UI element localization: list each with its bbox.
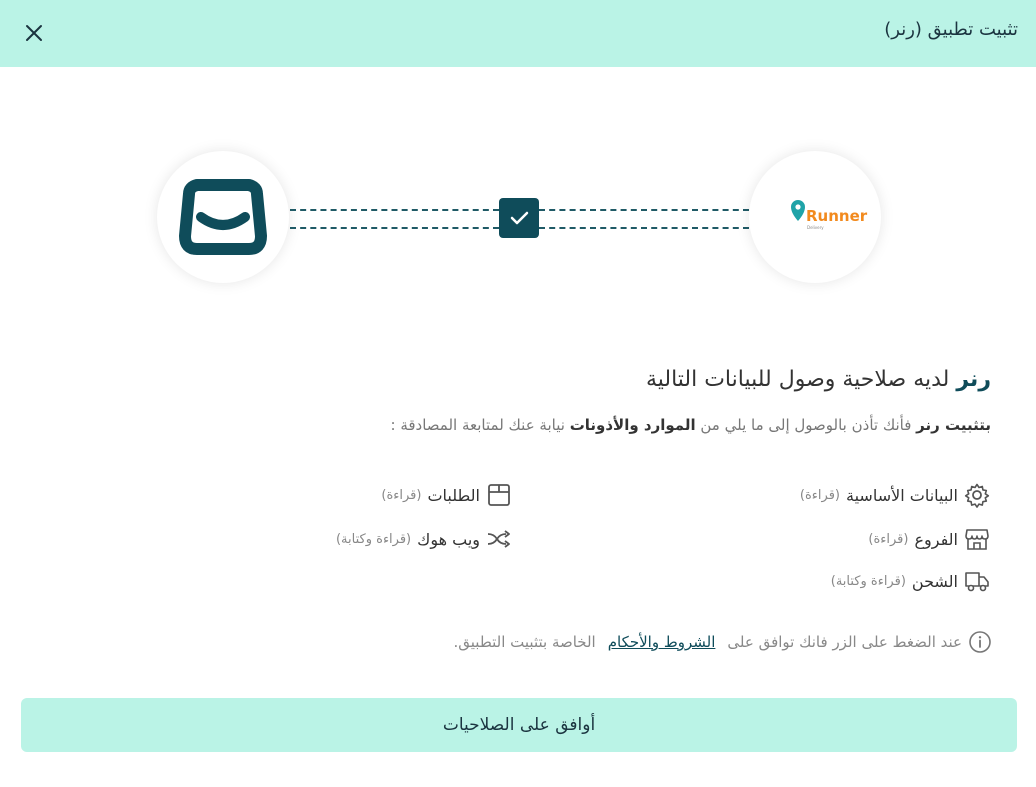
- check-icon: [510, 211, 529, 225]
- terms-prefix: عند الضغط على الزر فانك توافق على: [727, 633, 962, 651]
- terms-notice: عند الضغط على الزر فانك توافق على الشروط…: [454, 630, 993, 654]
- truck-icon: [965, 572, 989, 592]
- check-badge: [499, 198, 539, 238]
- connector-line: [290, 227, 499, 229]
- connector-line: [539, 227, 749, 229]
- gear-icon: [964, 483, 990, 508]
- connector-line: [290, 209, 499, 211]
- terms-suffix: الخاصة بتثبيت التطبيق.: [453, 633, 596, 651]
- permissions-description: بتثبيت رنر فأنك تأذن بالوصول إلى ما يلي …: [390, 416, 992, 434]
- agree-permissions-button[interactable]: أوافق على الصلاحيات: [21, 698, 1017, 752]
- connection-graphic: Runner Delivery: [0, 150, 1036, 285]
- salla-logo-circle: [157, 151, 289, 283]
- runner-logo: Runner Delivery: [791, 199, 868, 230]
- svg-text:Runner: Runner: [806, 207, 868, 225]
- modal-header: تثبيت تطبيق (رنر): [0, 0, 1036, 67]
- permission-orders: الطلبات (قراءة): [381, 482, 512, 508]
- permission-basic-data: البيانات الأساسية (قراءة): [800, 482, 990, 508]
- close-button[interactable]: [20, 19, 48, 47]
- store-icon: [965, 529, 989, 550]
- webhook-icon: [487, 530, 510, 548]
- runner-logo-circle: Runner Delivery: [749, 151, 881, 283]
- box-icon: [488, 484, 510, 506]
- permission-branches: الفروع (قراءة): [868, 526, 990, 552]
- permissions-title: رنر لديه صلاحية وصول للبيانات التالية: [645, 367, 991, 392]
- terms-link[interactable]: الشروط والأحكام: [608, 633, 716, 651]
- salla-logo: [179, 179, 267, 255]
- info-icon: [969, 631, 991, 653]
- svg-text:Delivery: Delivery: [807, 225, 824, 230]
- app-name: رنر: [956, 367, 991, 392]
- connector-line: [539, 209, 749, 211]
- modal-title: تثبيت تطبيق (رنر): [884, 19, 1018, 40]
- close-icon: [26, 25, 42, 41]
- permission-shipping: الشحن (قراءة وكتابة): [831, 568, 990, 594]
- permission-webhook: ويب هوك (قراءة وكتابة): [336, 526, 512, 552]
